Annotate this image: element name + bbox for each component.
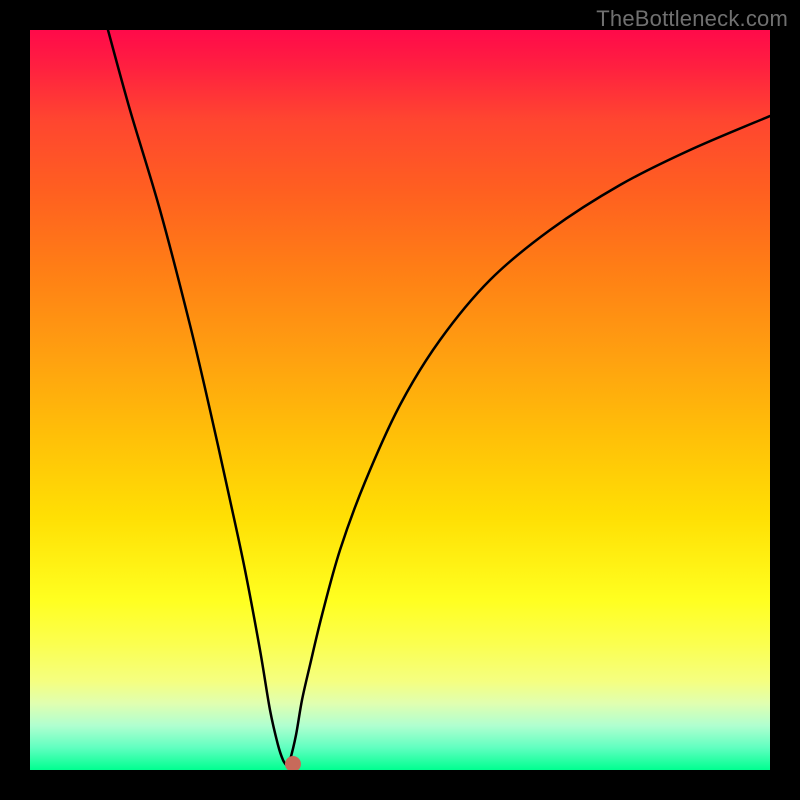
watermark-text: TheBottleneck.com (596, 6, 788, 32)
curve-svg (30, 30, 770, 770)
min-marker (285, 756, 301, 770)
chart-container: TheBottleneck.com (0, 0, 800, 800)
bottleneck-curve (108, 30, 770, 767)
plot-area (30, 30, 770, 770)
